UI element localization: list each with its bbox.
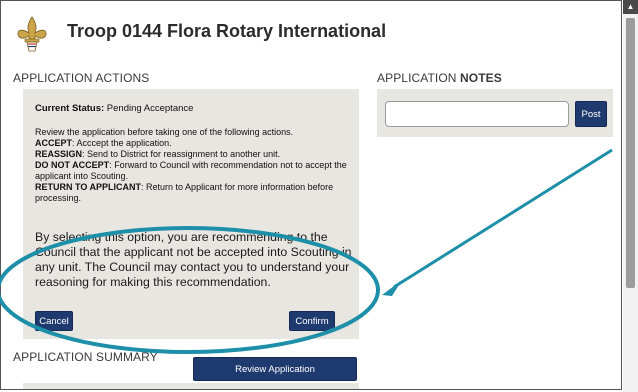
option-description: Acccept the application. xyxy=(76,138,172,148)
scrollbar[interactable]: ▲ xyxy=(623,0,638,392)
current-status: Current Status: Pending Acceptance xyxy=(35,103,193,114)
notes-heading-prefix: APPLICATION xyxy=(377,71,460,85)
application-notes-heading: APPLICATION NOTES xyxy=(377,71,502,85)
application-actions-panel: Current Status: Pending Acceptance Revie… xyxy=(23,89,359,339)
notes-heading-bold: NOTES xyxy=(460,71,502,85)
status-value: Pending Acceptance xyxy=(106,103,194,114)
option-term: REASSIGN xyxy=(35,149,83,159)
application-summary-heading: APPLICATION SUMMARY xyxy=(13,350,158,364)
header: Troop 0144 Flora Rotary International xyxy=(1,1,621,59)
chevron-up-icon[interactable]: ▲ xyxy=(623,0,638,14)
note-input[interactable] xyxy=(385,101,569,127)
page-title: Troop 0144 Flora Rotary International xyxy=(67,21,387,41)
confirm-button[interactable]: Confirm xyxy=(289,311,335,331)
application-actions-heading: APPLICATION ACTIONS xyxy=(13,71,150,85)
review-application-button[interactable]: Review Application xyxy=(193,357,357,381)
status-label: Current Status: xyxy=(35,103,105,114)
confirmation-message: By selecting this option, you are recomm… xyxy=(35,230,352,289)
instructions-intro: Review the application before taking one… xyxy=(35,127,294,137)
application-window: Troop 0144 Flora Rotary International AP… xyxy=(0,0,622,390)
post-button[interactable]: Post xyxy=(575,101,607,127)
option-term: RETURN TO APPLICANT xyxy=(35,182,142,192)
cancel-button[interactable]: Cancel xyxy=(35,311,73,331)
option-description: Send to District for reassignment to ano… xyxy=(87,149,281,159)
scroll-thumb[interactable] xyxy=(626,18,635,288)
fleur-de-lis-icon xyxy=(17,16,47,52)
application-summary-panel xyxy=(23,383,359,389)
option-term: DO NOT ACCEPT xyxy=(35,160,110,170)
application-notes-panel: Post xyxy=(377,89,613,137)
option-term: ACCEPT xyxy=(35,138,73,148)
action-instructions: Review the application before taking one… xyxy=(35,127,347,203)
